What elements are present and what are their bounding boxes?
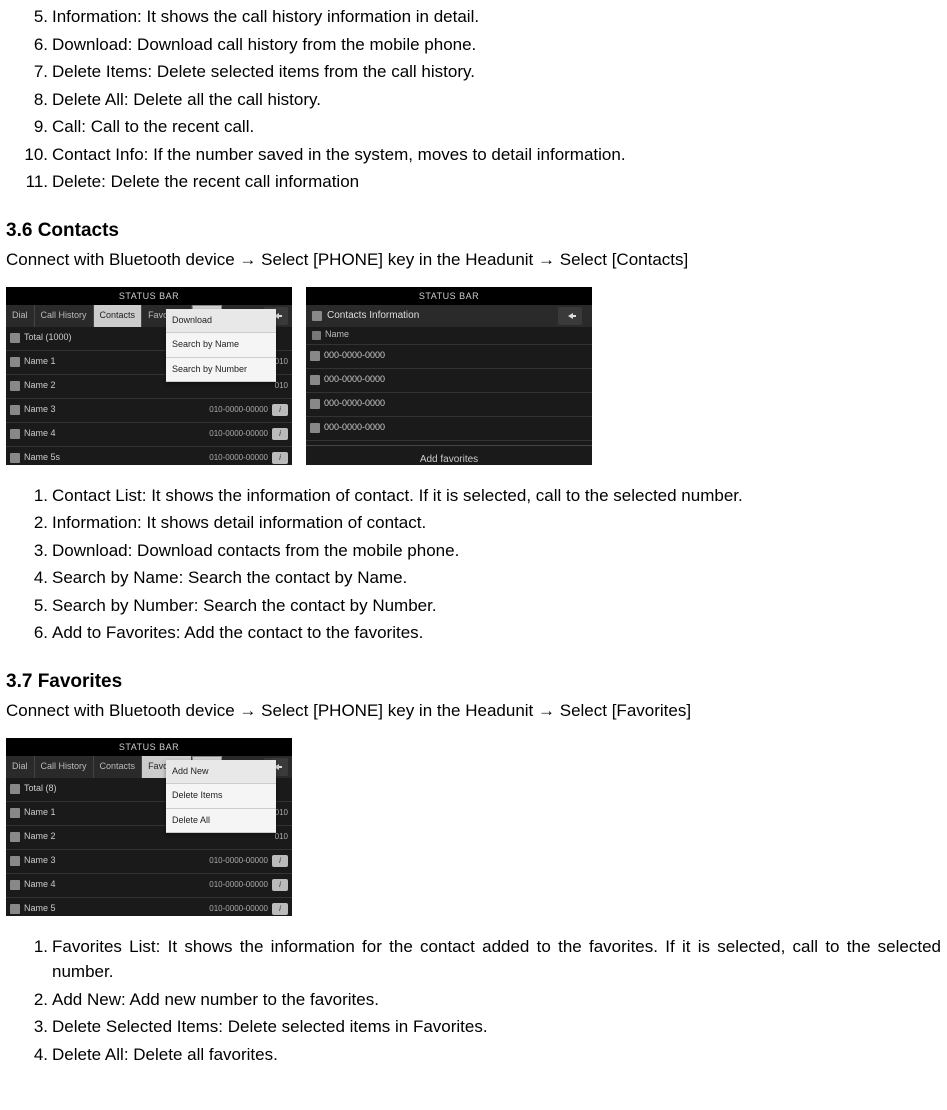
number-row[interactable]: 000-0000-0000 — [306, 369, 592, 393]
tab-contacts[interactable]: Contacts — [94, 305, 143, 327]
favorites-feature-list: 1.Favorites List: It shows the informati… — [6, 934, 941, 1068]
section-3-6-title: 3.6 Contacts — [6, 217, 941, 246]
info-icon[interactable]: i — [272, 428, 288, 440]
tab-dial[interactable]: Dial — [6, 756, 35, 778]
dd-search-name[interactable]: Search by Name — [166, 333, 276, 358]
dd-delete-items[interactable]: Delete Items — [166, 784, 276, 809]
list-item: 4.Delete All: Delete all favorites. — [52, 1042, 941, 1068]
list-item: 4.Search by Name: Search the contact by … — [52, 565, 941, 591]
favorites-instruction: Connect with Bluetooth device → Select [… — [6, 698, 941, 724]
office-icon — [310, 399, 320, 409]
name-header: Name — [306, 327, 592, 345]
list-item: 11.Delete: Delete the recent call inform… — [52, 169, 941, 195]
add-favorites-button[interactable]: Add favorites — [306, 445, 592, 465]
list-item: 9.Call: Call to the recent call. — [52, 114, 941, 140]
list-item: 2.Information: It shows detail informati… — [52, 510, 941, 536]
call-history-list: 5.Information: It shows the call history… — [6, 4, 941, 195]
favorites-screenshots: STATUS BAR Dial Call History Contacts Fa… — [6, 738, 941, 916]
tab-call-history[interactable]: Call History — [35, 756, 94, 778]
person-icon — [10, 357, 20, 367]
list-item: 10.Contact Info: If the number saved in … — [52, 142, 941, 168]
contact-row[interactable]: Name 3010-0000-00000i — [6, 399, 292, 423]
number-row[interactable]: 000-0000-0000 — [306, 393, 592, 417]
back-button[interactable] — [558, 307, 582, 325]
contacts-menu-dropdown: Download Search by Name Search by Number — [166, 309, 276, 383]
info-icon[interactable]: i — [272, 404, 288, 416]
dd-download[interactable]: Download — [166, 309, 276, 334]
info-icon[interactable]: i — [272, 855, 288, 867]
contacts-icon — [10, 333, 20, 343]
favorite-row[interactable]: Name 5010-0000-00000i — [6, 898, 292, 916]
info-icon[interactable]: i — [272, 879, 288, 891]
status-bar: STATUS BAR — [306, 287, 592, 305]
fax-icon — [310, 423, 320, 433]
contacts-icon — [312, 311, 322, 321]
list-item: 5.Information: It shows the call history… — [52, 4, 941, 30]
arrow-icon: → — [538, 250, 555, 269]
screen-title: Contacts Information — [327, 308, 419, 323]
person-icon — [10, 453, 20, 463]
list-item: 6.Add to Favorites: Add the contact to t… — [52, 620, 941, 646]
contact-row[interactable]: Name 5s010-0000-00000i — [6, 447, 292, 465]
list-item: 3.Delete Selected Items: Delete selected… — [52, 1014, 941, 1040]
star-icon — [10, 880, 20, 890]
list-item: 5.Search by Number: Search the contact b… — [52, 593, 941, 619]
status-bar: STATUS BAR — [6, 738, 292, 756]
contacts-list-screen: STATUS BAR Dial Call History Contacts Fa… — [6, 287, 292, 465]
dd-delete-all[interactable]: Delete All — [166, 809, 276, 834]
contact-info-screen: STATUS BAR Contacts Information Name 000… — [306, 287, 592, 465]
contacts-feature-list: 1.Contact List: It shows the information… — [6, 483, 941, 646]
list-item: 6.Download: Download call history from t… — [52, 32, 941, 58]
info-icon[interactable]: i — [272, 903, 288, 915]
section-3-7-title: 3.7 Favorites — [6, 668, 941, 697]
mobile-icon — [310, 351, 320, 361]
list-item: 2.Add New: Add new number to the favorit… — [52, 987, 941, 1013]
number-row[interactable]: 000-0000-0000 — [306, 417, 592, 441]
favorites-icon — [10, 784, 20, 794]
star-icon — [10, 856, 20, 866]
back-arrow-icon — [568, 313, 573, 319]
star-icon — [10, 808, 20, 818]
star-icon — [10, 904, 20, 914]
contacts-screenshots: STATUS BAR Dial Call History Contacts Fa… — [6, 287, 941, 465]
contacts-instruction: Connect with Bluetooth device → Select [… — [6, 247, 941, 273]
arrow-icon: → — [239, 701, 256, 720]
status-bar: STATUS BAR — [6, 287, 292, 305]
star-icon — [10, 832, 20, 842]
list-item: 8.Delete All: Delete all the call histor… — [52, 87, 941, 113]
tab-dial[interactable]: Dial — [6, 305, 35, 327]
tab-call-history[interactable]: Call History — [35, 305, 94, 327]
dd-search-number[interactable]: Search by Number — [166, 358, 276, 383]
arrow-icon: → — [538, 701, 555, 720]
list-item: 3.Download: Download contacts from the m… — [52, 538, 941, 564]
info-icon[interactable]: i — [272, 452, 288, 464]
dd-add-new[interactable]: Add New — [166, 760, 276, 785]
favorites-menu-dropdown: Add New Delete Items Delete All — [166, 760, 276, 834]
person-icon — [10, 405, 20, 415]
list-item: 7.Delete Items: Delete selected items fr… — [52, 59, 941, 85]
favorite-row[interactable]: Name 4010-0000-00000i — [6, 874, 292, 898]
home-icon — [310, 375, 320, 385]
tab-contacts[interactable]: Contacts — [94, 756, 143, 778]
contact-row[interactable]: Name 4010-0000-00000i — [6, 423, 292, 447]
favorite-row[interactable]: Name 3010-0000-00000i — [6, 850, 292, 874]
number-row[interactable]: 000-0000-0000 — [306, 345, 592, 369]
list-item: 1.Contact List: It shows the information… — [52, 483, 941, 509]
arrow-icon: → — [239, 250, 256, 269]
screen-title-row: Contacts Information — [306, 305, 592, 327]
list-item: 1.Favorites List: It shows the informati… — [52, 934, 941, 985]
favorites-list-screen: STATUS BAR Dial Call History Contacts Fa… — [6, 738, 292, 916]
person-icon — [10, 429, 20, 439]
person-icon — [312, 331, 321, 340]
person-icon — [10, 381, 20, 391]
